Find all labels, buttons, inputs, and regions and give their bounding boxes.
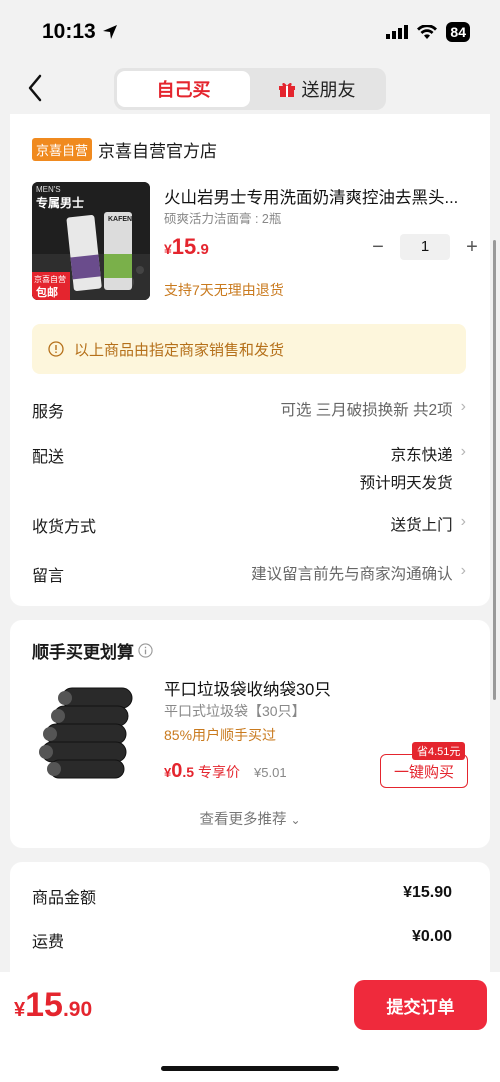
recommendation-name[interactable]: 平口垃圾袋收纳袋30只 bbox=[164, 676, 331, 700]
delivery-row[interactable]: 配送 京东快递 预计明天发货 › bbox=[32, 443, 466, 493]
cellular-signal-icon bbox=[386, 25, 409, 39]
home-indicator[interactable] bbox=[161, 1066, 339, 1071]
recommendation-price: ¥0.5 bbox=[164, 760, 194, 783]
more-recommendations-link[interactable]: 查看更多推荐 ⌄ bbox=[10, 808, 490, 829]
recommendation-card: 顺手买更划算 平口垃圾袋收纳袋30只 平口式垃圾袋【30只】 85%用户顺手买过… bbox=[10, 620, 490, 848]
trash-bag-rolls-image bbox=[39, 687, 133, 779]
seller-notice: 以上商品由指定商家销售和发货 bbox=[32, 324, 466, 374]
product-image-title-text: 专属男士 bbox=[36, 196, 85, 210]
total-dec: .90 bbox=[62, 998, 93, 1021]
shipping-fee-value: ¥0.00 bbox=[411, 928, 452, 945]
service-row[interactable]: 服务 可选 三月破损换新 共2项 › bbox=[32, 398, 466, 422]
chevron-right-icon: › bbox=[460, 443, 466, 460]
receive-method-label: 收货方式 bbox=[32, 519, 97, 536]
recommendation-price-dec: .5 bbox=[182, 764, 195, 780]
recommendation-note: 85%用户顺手买过 bbox=[164, 727, 277, 743]
message-placeholder: 建议留言前先与商家沟通确认 bbox=[251, 566, 453, 583]
status-time: 10:13 bbox=[42, 20, 118, 44]
chevron-down-icon: ⌄ bbox=[290, 813, 301, 827]
service-value: 可选 三月破损换新 共2项 bbox=[280, 402, 453, 419]
chevron-right-icon: › bbox=[460, 513, 466, 530]
info-icon[interactable] bbox=[138, 643, 153, 658]
order-item-card: 京喜自营 京喜自营官方店 MEN'S 专属男士 KAFEN 京喜自营 包邮 火山… bbox=[10, 114, 490, 606]
shop-header: 京喜自营 京喜自营官方店 bbox=[32, 137, 217, 162]
recommendation-price-int: 0 bbox=[171, 760, 183, 782]
scrollbar[interactable] bbox=[493, 240, 496, 700]
shop-name[interactable]: 京喜自营官方店 bbox=[98, 137, 217, 162]
tab-buy-for-self[interactable]: 自己买 bbox=[117, 71, 250, 107]
message-row[interactable]: 留言 建议留言前先与商家沟通确认 › bbox=[32, 562, 466, 586]
total-price: ¥15.90 bbox=[14, 986, 92, 1025]
recommendation-image[interactable] bbox=[32, 676, 150, 788]
product-price-dec: .9 bbox=[196, 241, 209, 258]
product-image-brand-text: KAFEN bbox=[108, 216, 133, 223]
shipping-fee-row: 运费 ¥0.00 bbox=[32, 928, 452, 952]
service-value-wrap: 可选 三月破损换新 共2项 › bbox=[280, 398, 466, 420]
goods-amount-value: ¥15.90 bbox=[403, 884, 452, 901]
seller-notice-text: 以上商品由指定商家销售和发货 bbox=[74, 341, 285, 359]
product-image-tag2: 包邮 bbox=[36, 287, 58, 299]
location-arrow-icon bbox=[102, 25, 117, 39]
gift-icon bbox=[278, 82, 295, 97]
exclusive-price-tag: 专享价 bbox=[198, 764, 241, 780]
original-price: ¥5.01 bbox=[254, 765, 287, 780]
total-int: 15 bbox=[25, 986, 63, 1024]
quantity-stepper: − 1 + bbox=[366, 234, 484, 260]
status-time-text: 10:13 bbox=[42, 20, 96, 43]
more-recommendations-text: 查看更多推荐 bbox=[199, 812, 287, 828]
save-amount-badge: 省4.51元 bbox=[412, 742, 466, 760]
wifi-icon bbox=[417, 24, 438, 39]
decrease-quantity-button[interactable]: − bbox=[366, 236, 390, 259]
quantity-value[interactable]: 1 bbox=[400, 234, 450, 260]
return-policy-note: 支持7天无理由退货 bbox=[164, 282, 284, 298]
header: 自己买 送朋友 bbox=[0, 62, 500, 114]
purchase-mode-switch: 自己买 送朋友 bbox=[114, 68, 386, 110]
status-icons: 84 bbox=[386, 22, 470, 42]
tab-gift-friend[interactable]: 送朋友 bbox=[250, 71, 383, 107]
receive-method-value-wrap: 送货上门 › bbox=[391, 513, 466, 535]
recommendation-title-text: 顺手买更划算 bbox=[32, 643, 134, 662]
chevron-right-icon: › bbox=[460, 562, 466, 579]
info-icon bbox=[48, 341, 64, 357]
back-button[interactable] bbox=[20, 72, 50, 104]
checkout-bar: ¥15.90 提交订单 bbox=[0, 972, 500, 1082]
product-price-currency: ¥ bbox=[164, 241, 172, 257]
receive-method-value: 送货上门 bbox=[390, 517, 453, 534]
message-value-wrap: 建议留言前先与商家沟通确认 › bbox=[251, 562, 466, 584]
goods-amount-row: 商品金额 ¥15.90 bbox=[32, 884, 452, 908]
product-title[interactable]: 火山岩男士专用洗面奶清爽控油去黑头... bbox=[164, 184, 464, 208]
tab-buy-for-self-label: 自己买 bbox=[156, 80, 211, 100]
delivery-value-wrap: 京东快递 预计明天发货 › bbox=[360, 443, 466, 493]
submit-order-button[interactable]: 提交订单 bbox=[354, 980, 487, 1030]
total-currency: ¥ bbox=[14, 999, 26, 1021]
shipping-fee-label: 运费 bbox=[32, 934, 65, 951]
increase-quantity-button[interactable]: + bbox=[460, 236, 484, 259]
delivery-label: 配送 bbox=[32, 449, 65, 466]
goods-amount-label: 商品金额 bbox=[32, 890, 97, 907]
recommendation-price-row: ¥0.5 专享价 ¥5.01 bbox=[164, 760, 287, 783]
delivery-lines: 京东快递 预计明天发货 bbox=[360, 443, 453, 493]
delivery-eta: 预计明天发货 bbox=[359, 475, 453, 492]
delivery-method: 京东快递 bbox=[390, 447, 453, 464]
price-summary-card: 商品金额 ¥15.90 运费 ¥0.00 bbox=[10, 862, 490, 974]
status-bar: 10:13 84 bbox=[0, 0, 500, 62]
shop-badge: 京喜自营 bbox=[32, 138, 93, 161]
chevron-left-icon bbox=[28, 74, 42, 102]
product-spec[interactable]: 硕爽活力洁面膏 : 2瓶 bbox=[164, 208, 281, 227]
product-price: ¥15.9 bbox=[164, 234, 209, 260]
tab-gift-friend-label: 送朋友 bbox=[301, 80, 356, 100]
product-price-int: 15 bbox=[171, 234, 197, 259]
chevron-right-icon: › bbox=[460, 398, 466, 415]
message-label: 留言 bbox=[32, 568, 65, 585]
receive-method-row[interactable]: 收货方式 送货上门 › bbox=[32, 513, 466, 537]
product-image-men-text: MEN'S bbox=[36, 185, 61, 194]
recommendation-title: 顺手买更划算 bbox=[32, 638, 153, 663]
battery-indicator: 84 bbox=[446, 22, 470, 42]
service-label: 服务 bbox=[32, 404, 65, 421]
product-image[interactable]: MEN'S 专属男士 KAFEN 京喜自营 包邮 bbox=[32, 182, 150, 300]
recommendation-spec: 平口式垃圾袋【30只】 bbox=[164, 703, 306, 719]
